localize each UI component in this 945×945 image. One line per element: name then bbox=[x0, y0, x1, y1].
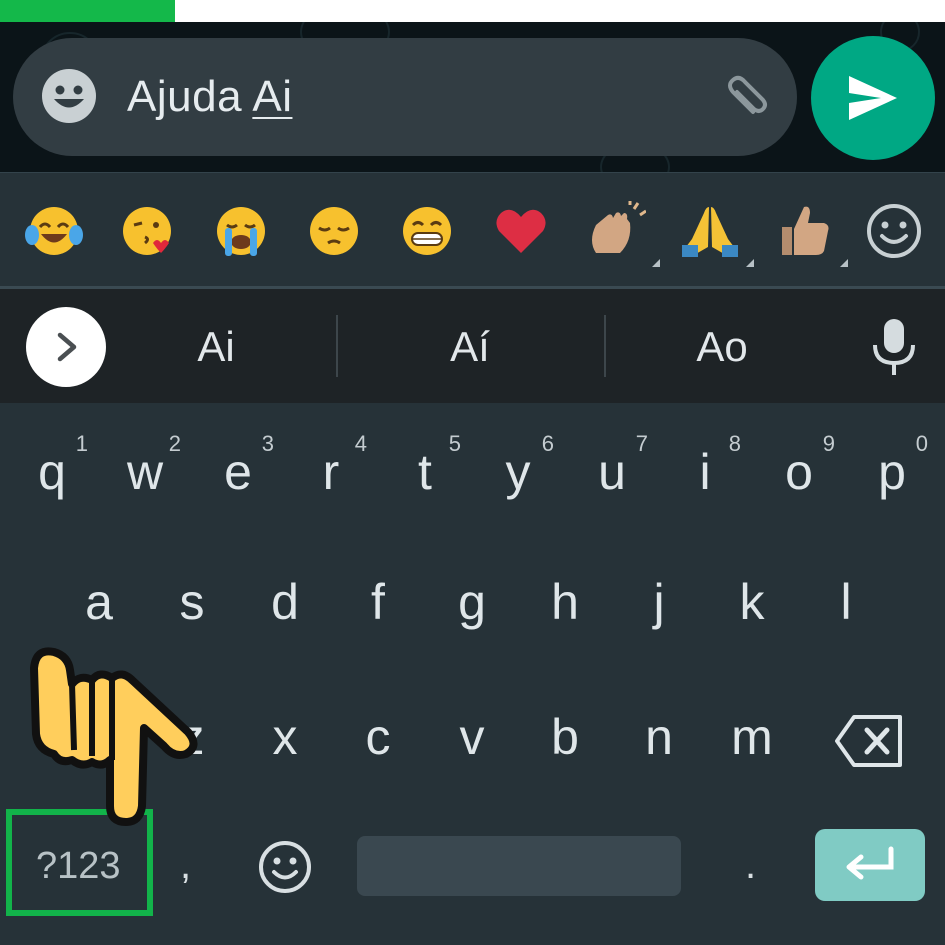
key-d[interactable]: d bbox=[245, 573, 325, 631]
key-m[interactable]: m bbox=[712, 708, 792, 766]
key-hint: 9 bbox=[822, 431, 835, 456]
variant-indicator bbox=[840, 259, 848, 267]
symbols-key-label: ?123 bbox=[36, 845, 121, 887]
send-arrow-icon bbox=[849, 76, 897, 120]
suggestion-separator bbox=[336, 315, 338, 377]
key-v[interactable]: v bbox=[432, 708, 512, 766]
key-label: u bbox=[598, 444, 626, 500]
microphone-icon[interactable] bbox=[866, 317, 922, 377]
key-h[interactable]: h bbox=[525, 573, 605, 631]
key-a[interactable]: a bbox=[59, 573, 139, 631]
key-p[interactable]: p0 bbox=[852, 431, 932, 501]
clapping-hands-icon[interactable] bbox=[586, 199, 660, 267]
pensive-face-icon[interactable] bbox=[304, 201, 364, 261]
kissing-face-with-heart-icon[interactable] bbox=[117, 201, 177, 261]
suggestion-item[interactable]: Aí bbox=[404, 323, 536, 371]
key-f[interactable]: f bbox=[338, 573, 418, 631]
key-s[interactable]: s bbox=[152, 573, 232, 631]
key-label: p bbox=[878, 444, 906, 500]
thumbs-up-icon[interactable] bbox=[774, 201, 848, 267]
key-e[interactable]: e3 bbox=[198, 431, 278, 501]
key-hint: 6 bbox=[541, 431, 554, 456]
period-key[interactable]: . bbox=[745, 843, 756, 888]
key-y[interactable]: y6 bbox=[478, 431, 558, 501]
key-hint: 0 bbox=[915, 431, 928, 456]
variant-indicator bbox=[746, 259, 754, 267]
key-hint: 5 bbox=[448, 431, 461, 456]
key-q[interactable]: q1 bbox=[12, 431, 92, 501]
key-o[interactable]: o9 bbox=[759, 431, 839, 501]
key-label: y bbox=[505, 444, 531, 500]
variant-indicator bbox=[652, 259, 660, 267]
key-label: q bbox=[38, 444, 66, 500]
face-with-tears-of-joy-icon[interactable] bbox=[24, 201, 84, 261]
suggestion-separator bbox=[604, 315, 606, 377]
pointing-hand-icon bbox=[18, 640, 208, 830]
message-text[interactable]: Ajuda Ai bbox=[127, 72, 292, 122]
key-hint: 2 bbox=[168, 431, 181, 456]
progress-bar bbox=[0, 0, 945, 22]
key-r[interactable]: r4 bbox=[291, 431, 371, 501]
key-u[interactable]: u7 bbox=[572, 431, 652, 501]
key-label: w bbox=[126, 444, 164, 500]
emoji-suggestion-bar bbox=[0, 172, 945, 286]
smiley-face-icon[interactable] bbox=[41, 68, 97, 124]
key-hint: 4 bbox=[354, 431, 367, 456]
key-k[interactable]: k bbox=[712, 573, 792, 631]
smiley-outline-icon[interactable] bbox=[257, 839, 313, 895]
key-label: i bbox=[699, 444, 711, 500]
send-button[interactable] bbox=[811, 36, 935, 160]
suggestion-item[interactable]: Ai bbox=[150, 323, 282, 371]
message-text-composing: Ai bbox=[252, 72, 293, 121]
key-g[interactable]: g bbox=[432, 573, 512, 631]
loudly-crying-face-icon[interactable] bbox=[211, 201, 271, 261]
key-n[interactable]: n bbox=[619, 708, 699, 766]
progress-bar-fill bbox=[0, 0, 175, 22]
message-text-main: Ajuda bbox=[127, 72, 253, 121]
suggestion-item[interactable]: Ao bbox=[656, 323, 788, 371]
paperclip-icon[interactable] bbox=[713, 68, 773, 128]
key-b[interactable]: b bbox=[525, 708, 605, 766]
smiley-outline-icon[interactable] bbox=[864, 201, 924, 261]
comma-key[interactable]: , bbox=[180, 843, 191, 888]
enter-key[interactable] bbox=[815, 829, 925, 901]
key-t[interactable]: t5 bbox=[385, 431, 465, 501]
key-i[interactable]: i8 bbox=[665, 431, 745, 501]
key-c[interactable]: c bbox=[338, 708, 418, 766]
chevron-right-icon bbox=[57, 332, 77, 362]
chat-composer-area: Ajuda Ai bbox=[0, 22, 945, 172]
key-hint: 7 bbox=[635, 431, 648, 456]
key-hint: 3 bbox=[261, 431, 274, 456]
folded-hands-icon[interactable] bbox=[680, 201, 754, 267]
suggestion-strip: Ai Aí Ao bbox=[0, 289, 945, 403]
key-j[interactable]: j bbox=[619, 573, 699, 631]
key-label: r bbox=[322, 444, 340, 500]
key-label: t bbox=[418, 444, 432, 500]
key-label: o bbox=[785, 444, 813, 500]
backspace-icon[interactable] bbox=[834, 713, 904, 769]
space-key[interactable] bbox=[357, 836, 681, 896]
key-w[interactable]: w2 bbox=[105, 431, 185, 501]
red-heart-icon[interactable] bbox=[491, 201, 551, 261]
message-input[interactable]: Ajuda Ai bbox=[13, 38, 797, 156]
key-label: e bbox=[224, 444, 252, 500]
key-hint: 8 bbox=[728, 431, 741, 456]
key-x[interactable]: x bbox=[245, 708, 325, 766]
grinning-face-icon[interactable] bbox=[397, 201, 457, 261]
enter-arrow-icon bbox=[846, 846, 894, 880]
expand-toolbar-button[interactable] bbox=[26, 307, 106, 387]
key-l[interactable]: l bbox=[806, 573, 886, 631]
key-hint: 1 bbox=[75, 431, 88, 456]
